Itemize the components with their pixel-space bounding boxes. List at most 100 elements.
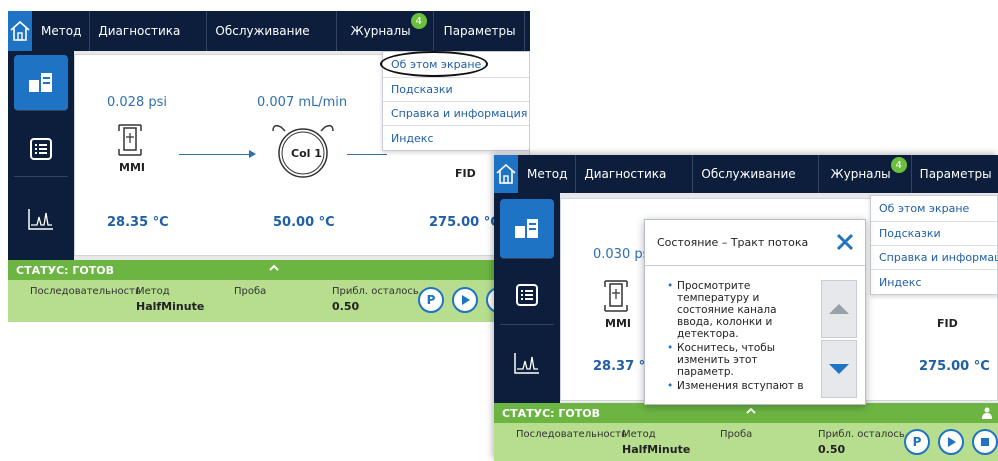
inlet-icon[interactable] <box>115 123 145 157</box>
nav-chromatogram-button[interactable] <box>14 191 68 247</box>
chromatogram-icon <box>514 353 539 374</box>
help-menu-hints[interactable]: Подсказки <box>383 78 529 102</box>
status-bar[interactable]: СТАТУС: ГОТОВ <box>494 403 998 423</box>
user-icon <box>982 407 992 419</box>
remaining-value: 0.50 <box>818 443 846 456</box>
list-icon <box>516 283 538 306</box>
help-dropdown: Об этом экране Подсказки Справка и инфор… <box>870 195 998 295</box>
triangle-up-icon <box>829 304 849 314</box>
prep-run-icon: P <box>426 293 436 307</box>
menu-method[interactable]: Метод <box>33 11 91 51</box>
menu-journals[interactable]: Журналы 4 <box>337 11 434 51</box>
sequence-label: Последовательность <box>516 429 627 440</box>
popup-header: Состояние – Тракт потока <box>645 220 865 266</box>
screen-back: Метод Диагностика Обслуживание Журналы 4… <box>8 11 530 322</box>
help-menu-help-info[interactable]: Справка и информация <box>383 102 529 126</box>
menu-params[interactable]: Параметры <box>912 155 998 193</box>
menu-diagnostics[interactable]: Диагностика <box>90 11 208 51</box>
home-button[interactable] <box>494 155 519 193</box>
triangle-down-icon <box>829 364 849 374</box>
scroll-down-button[interactable] <box>821 340 857 398</box>
status-label: СТАТУС: ГОТОВ <box>16 263 114 277</box>
flow-line-2 <box>347 154 387 155</box>
column-temp[interactable]: 50.00 °C <box>273 215 335 230</box>
prep-run-button[interactable]: P <box>418 287 444 313</box>
chevron-up-icon[interactable] <box>269 263 279 273</box>
nav-list-button[interactable] <box>500 265 554 325</box>
nav-chromatogram-button[interactable] <box>500 333 554 393</box>
chromatogram-icon <box>28 209 53 230</box>
menu-help[interactable]: ? <box>525 11 530 51</box>
remaining-value: 0.50 <box>332 300 360 313</box>
nav-flowpath-button[interactable] <box>500 199 554 259</box>
play-icon <box>462 295 470 305</box>
menu-journals-label: Журналы <box>830 167 891 181</box>
prep-run-icon: P <box>912 435 922 449</box>
sample-label: Проба <box>234 286 267 297</box>
inlet-pressure[interactable]: 0.028 psi <box>107 95 167 110</box>
play-icon <box>948 437 956 447</box>
journals-count-badge: 4 <box>890 157 907 173</box>
list-icon <box>30 137 52 160</box>
menu-params[interactable]: Параметры <box>434 11 525 51</box>
help-menu-help-info[interactable]: Справка и информация <box>871 246 998 270</box>
journals-count-badge: 4 <box>410 13 427 29</box>
left-nav <box>8 51 74 260</box>
status-bar[interactable]: СТАТУС: ГОТОВ <box>8 260 530 280</box>
flow-arrow-1 <box>249 150 256 158</box>
home-icon <box>10 20 30 41</box>
menu-service[interactable]: Обслуживание <box>207 11 337 51</box>
sequence-bar: Последовательность Метод HalfMinute Проб… <box>494 423 998 461</box>
highlight-ellipse <box>380 51 488 77</box>
close-icon[interactable] <box>835 232 855 252</box>
help-popup: Состояние – Тракт потока Просмотрите тем… <box>644 219 866 405</box>
method-value: HalfMinute <box>622 443 691 456</box>
scroll-up-button[interactable] <box>821 280 857 338</box>
nav-list-button[interactable] <box>14 121 68 177</box>
inlet-temp[interactable]: 28.35 °C <box>107 215 169 230</box>
home-button[interactable] <box>8 11 33 51</box>
popup-body: Просмотрите температуру и состояние кана… <box>667 280 811 394</box>
menu-service[interactable]: Обслуживание <box>693 155 819 193</box>
status-label: СТАТУС: ГОТОВ <box>502 406 600 420</box>
method-label: Метод <box>136 286 170 297</box>
inlet-icon[interactable] <box>601 279 631 313</box>
detector-temp[interactable]: 275.00 °C <box>919 359 990 374</box>
chevron-up-icon[interactable] <box>746 406 756 416</box>
detector-label: FID <box>455 167 476 180</box>
screen-front: Метод Диагностика Обслуживание Журналы 4… <box>494 155 998 461</box>
flowpath-icon <box>29 72 52 92</box>
remaining-label: Прибл. осталось <box>818 429 905 440</box>
inlet-label: MMI <box>605 317 631 330</box>
sequence-label: Последовательность <box>30 286 141 297</box>
menu-journals[interactable]: Журналы 4 <box>819 155 912 193</box>
help-menu-index[interactable]: Индекс <box>871 270 997 294</box>
help-menu-about[interactable]: Об этом экране <box>871 196 997 222</box>
prep-run-button[interactable]: P <box>904 429 930 455</box>
popup-bullet: Изменения вступают в <box>667 380 811 392</box>
menu-method[interactable]: Метод <box>519 155 577 193</box>
remaining-label: Прибл. осталось <box>332 286 419 297</box>
start-button[interactable] <box>938 429 964 455</box>
method-value: HalfMinute <box>136 300 205 313</box>
start-button[interactable] <box>452 287 478 313</box>
home-icon <box>496 163 516 184</box>
detector-temp[interactable]: 275.00 °C <box>429 215 500 230</box>
popup-bullet: Просмотрите температуру и состояние кана… <box>667 280 811 340</box>
method-label: Метод <box>622 429 656 440</box>
stop-button[interactable] <box>972 429 998 455</box>
column-label: Col 1 <box>291 147 322 160</box>
left-nav <box>494 193 560 405</box>
menu-diagnostics[interactable]: Диагностика <box>576 155 694 193</box>
inlet-label: MMI <box>119 161 145 174</box>
detector-label: FID <box>937 317 958 330</box>
flowpath-icon <box>515 218 538 238</box>
sample-label: Проба <box>720 429 753 440</box>
help-menu-hints[interactable]: Подсказки <box>871 222 997 246</box>
menu-journals-label: Журналы <box>350 24 411 38</box>
top-menu-bar: Метод Диагностика Обслуживание Журналы 4… <box>8 11 530 51</box>
nav-flowpath-button[interactable] <box>14 55 68 111</box>
stop-icon <box>981 438 989 446</box>
column-flow[interactable]: 0.007 mL/min <box>257 95 347 110</box>
help-menu-index[interactable]: Индекс <box>383 126 529 150</box>
